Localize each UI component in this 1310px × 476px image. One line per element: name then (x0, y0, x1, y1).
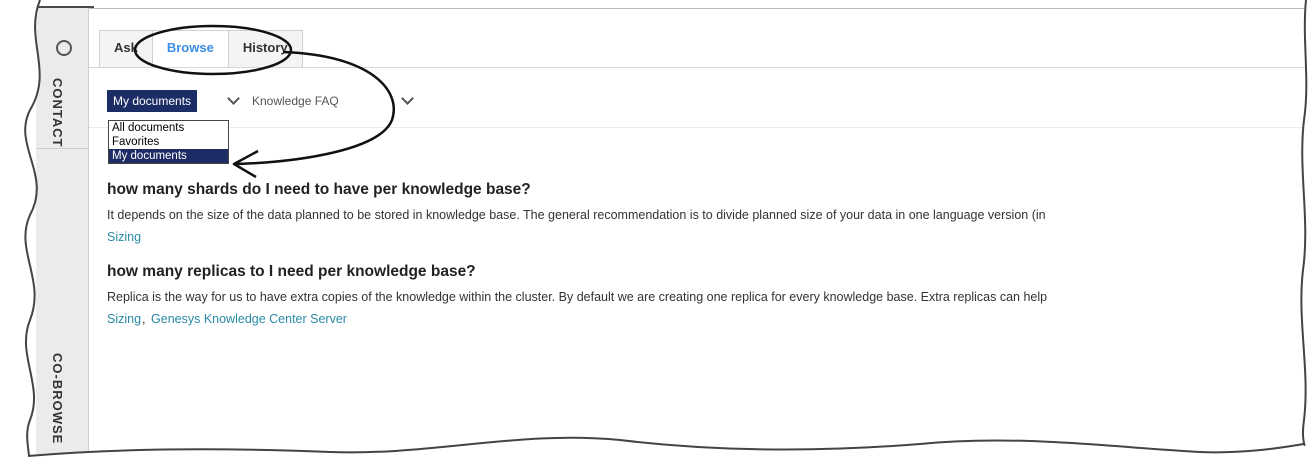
result-title[interactable]: how many replicas to I need per knowledg… (107, 263, 1310, 281)
result-snippet: It depends on the size of the data plann… (107, 208, 1046, 222)
contact-tab[interactable]: CONTACT (50, 78, 65, 148)
sidebar-divider (36, 148, 88, 149)
result-item: how many replicas to I need per knowledg… (107, 263, 1310, 327)
result-snippet: Replica is the way for us to have extra … (107, 290, 1048, 304)
cobrowse-tab[interactable]: CO-BROWSE (50, 353, 65, 444)
dropdown-option-all-documents[interactable]: All documents (109, 121, 228, 135)
chevron-down-icon[interactable] (227, 92, 240, 105)
results-list: how many shards do I need to have per kn… (107, 181, 1310, 327)
knowledge-base-select[interactable]: Knowledge FAQ (252, 90, 339, 112)
knowledge-panel: Ask Browse History My documents Knowledg… (89, 9, 1310, 469)
dropdown-option-my-documents[interactable]: My documents (109, 149, 228, 163)
tab-ask[interactable]: Ask (99, 30, 153, 68)
chevron-down-icon[interactable] (401, 92, 414, 105)
left-sidebar: CONTACT CO-BROWSE (36, 8, 89, 468)
result-tags: Sizing (107, 229, 1310, 245)
tag-separator: , (142, 312, 146, 326)
dropdown-option-favorites[interactable]: Favorites (109, 135, 228, 149)
info-icon[interactable] (56, 40, 72, 56)
result-item: how many shards do I need to have per kn… (107, 181, 1310, 245)
tag-link[interactable]: Sizing (107, 230, 141, 244)
screenshot-stage: CONTACT CO-BROWSE Ask Browse History My … (0, 0, 1310, 476)
tag-link[interactable]: Genesys Knowledge Center Server (151, 312, 347, 326)
scope-select[interactable]: My documents (107, 90, 198, 112)
tab-history[interactable]: History (228, 30, 303, 68)
result-title[interactable]: how many shards do I need to have per kn… (107, 181, 1310, 199)
torn-edge-left (0, 0, 40, 476)
tab-bar-border (89, 67, 1310, 68)
tab-browse[interactable]: Browse (152, 30, 229, 68)
tab-bar: Ask Browse History (99, 30, 303, 68)
tag-link[interactable]: Sizing (107, 312, 141, 326)
filter-bar-border (89, 127, 1310, 128)
scope-dropdown-list: All documents Favorites My documents (108, 120, 229, 164)
result-tags: Sizing, Genesys Knowledge Center Server (107, 311, 1310, 327)
